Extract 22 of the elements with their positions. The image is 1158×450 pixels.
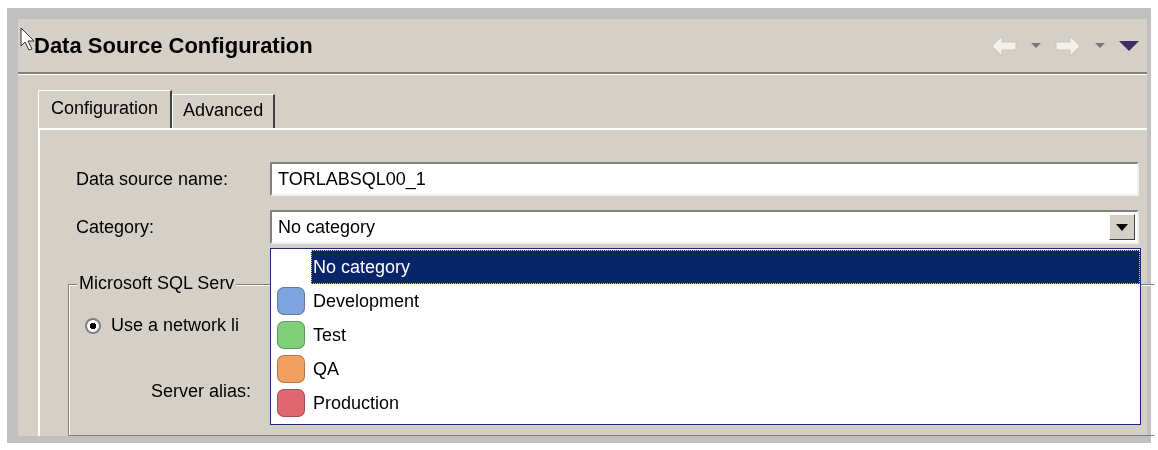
group-title: Microsoft SQL Serv [77, 273, 237, 294]
back-arrow-icon[interactable] [991, 34, 1017, 57]
category-dropdown[interactable]: No category [270, 210, 1139, 244]
window-title: Data Source Configuration [34, 32, 313, 59]
tab[interactable]: Advanced [172, 94, 276, 128]
field-label: Data source name: [76, 168, 230, 190]
dropdown-caret-icon[interactable] [1095, 41, 1105, 50]
tab[interactable]: Configuration [38, 90, 173, 128]
forward-arrow-icon[interactable] [1055, 34, 1081, 57]
dropdown-option[interactable]: Test [311, 318, 1140, 352]
dropdown-caret-icon[interactable] [1031, 41, 1041, 50]
dropdown-option[interactable]: QA [311, 352, 1140, 386]
dropdown-option[interactable]: Development [311, 284, 1140, 318]
radio-button[interactable] [85, 317, 101, 334]
name-input-field[interactable]: TORLABSQL00_1 [270, 162, 1139, 196]
dropdown-option[interactable]: No category [311, 250, 1140, 284]
field-label: Category: [76, 216, 156, 238]
view-menu-icon[interactable] [1119, 39, 1139, 52]
dropdown-option[interactable]: Production [311, 386, 1140, 420]
radio-label: Use a network li [111, 315, 240, 336]
field-label: Server alias: [151, 381, 252, 402]
mouse-pointer-icon [20, 27, 36, 51]
